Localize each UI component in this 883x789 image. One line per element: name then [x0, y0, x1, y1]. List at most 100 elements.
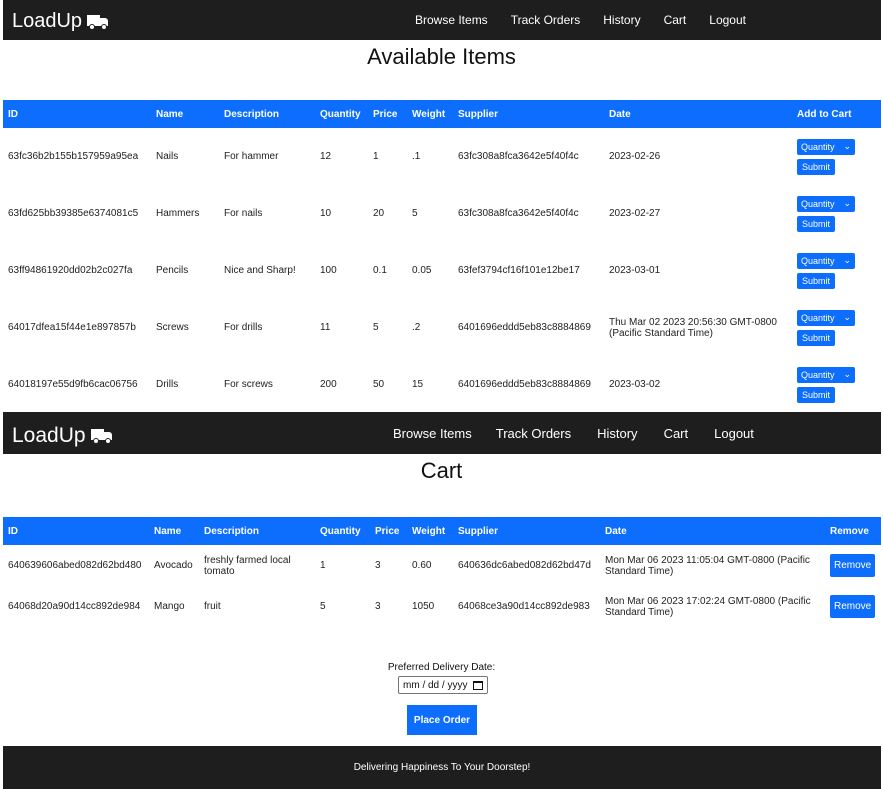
- brand-logo[interactable]: LoadUp: [12, 10, 109, 33]
- col-weight: Weight: [407, 517, 453, 545]
- truck-icon: [87, 14, 109, 30]
- cart-item-id: 640639606abed082d62bd480: [8, 560, 142, 571]
- add-to-cart-cell: Quantity ⌄ Submit: [792, 185, 881, 242]
- col-id: ID: [3, 517, 149, 545]
- item-date: Thu Mar 02 2023 20:56:30 GMT-0800 (Pacif…: [609, 316, 777, 339]
- submit-button[interactable]: Submit: [797, 215, 836, 232]
- quantity-select-label: Quantity: [801, 141, 835, 152]
- brand-name: LoadUp: [12, 10, 83, 32]
- submit-button[interactable]: Submit: [797, 386, 836, 403]
- submit-button[interactable]: Submit: [797, 158, 836, 175]
- col-quantity: Quantity: [315, 100, 368, 128]
- item-supplier: 6401696eddd5eb83c8884869: [458, 379, 591, 390]
- cart-table: ID Name Description Quantity Price Weigh…: [3, 517, 881, 627]
- quantity-select[interactable]: Quantity ⌄: [797, 309, 855, 326]
- item-description: For nails: [224, 208, 263, 219]
- table-row: 64017dfea15f44e1e897857b Screws For dril…: [3, 299, 881, 356]
- date-input-placeholder: mm / dd / yyyy: [403, 679, 468, 691]
- col-price: Price: [370, 517, 407, 545]
- item-weight: .1: [412, 151, 421, 162]
- item-date: 2023-03-02: [609, 379, 661, 390]
- item-description: For hammer: [224, 151, 279, 162]
- cart-navbar: LoadUp Browse Items Track Orders History…: [3, 412, 881, 454]
- item-id: 63fc36b2b155b157959a95ea: [8, 151, 139, 162]
- delivery-date-label: Preferred Delivery Date:: [387, 662, 496, 673]
- cart-item-quantity: 5: [320, 601, 326, 612]
- cart-item-weight: 0.60: [412, 560, 432, 571]
- nav-track-orders[interactable]: Track Orders: [496, 426, 571, 441]
- remove-cell: Remove: [825, 586, 881, 627]
- brand-logo[interactable]: LoadUp: [12, 424, 113, 448]
- item-price: 20: [373, 208, 385, 219]
- calendar-icon[interactable]: [473, 680, 483, 690]
- remove-button[interactable]: Remove: [830, 595, 876, 618]
- item-price: 5: [373, 322, 379, 333]
- delivery-date-input[interactable]: mm / dd / yyyy: [398, 676, 488, 694]
- quantity-select[interactable]: Quantity ⌄: [797, 195, 855, 212]
- item-date: 2023-03-01: [609, 265, 661, 276]
- add-to-cart-cell: Quantity ⌄ Submit: [792, 242, 881, 299]
- nav-logout[interactable]: Logout: [709, 13, 746, 27]
- cart-item-price: 3: [375, 601, 381, 612]
- item-weight: 5: [412, 208, 418, 219]
- nav-history[interactable]: History: [603, 13, 640, 27]
- add-to-cart-cell: Quantity ⌄ Submit: [792, 128, 881, 185]
- col-add-to-cart: Add to Cart: [792, 100, 881, 128]
- nav-cart[interactable]: Cart: [664, 13, 687, 27]
- submit-button[interactable]: Submit: [797, 329, 836, 346]
- nav-track-orders[interactable]: Track Orders: [511, 13, 581, 27]
- chevron-down-icon: ⌄: [843, 369, 851, 379]
- item-quantity: 11: [320, 322, 331, 333]
- col-name: Name: [151, 100, 219, 128]
- item-name: Hammers: [156, 208, 200, 219]
- col-name: Name: [149, 517, 199, 545]
- nav-cart[interactable]: Cart: [664, 426, 689, 441]
- item-name: Nails: [156, 151, 179, 162]
- item-supplier: 6401696eddd5eb83c8884869: [458, 322, 591, 333]
- item-name: Drills: [156, 379, 179, 390]
- quantity-select-label: Quantity: [801, 255, 835, 266]
- quantity-select[interactable]: Quantity ⌄: [797, 252, 855, 269]
- chevron-down-icon: ⌄: [843, 198, 851, 208]
- item-weight: 15: [412, 379, 424, 390]
- item-description: For drills: [224, 322, 263, 333]
- item-quantity: 200: [320, 379, 337, 390]
- remove-button[interactable]: Remove: [830, 554, 876, 577]
- nav-browse-items[interactable]: Browse Items: [415, 13, 488, 27]
- add-to-cart-cell: Quantity ⌄ Submit: [792, 356, 881, 413]
- items-header-row: ID Name Description Quantity Price Weigh…: [3, 100, 881, 128]
- col-remove: Remove: [825, 517, 881, 545]
- nav-logout[interactable]: Logout: [714, 426, 754, 441]
- cart-item-description: freshly farmed local tomato: [204, 554, 291, 577]
- footer-tagline: Delivering Happiness To Your Doorstep!: [353, 762, 531, 773]
- table-row: 63fd625bb39385e6374081c5 Hammers For nai…: [3, 185, 881, 242]
- brand-name: LoadUp: [12, 424, 86, 447]
- item-supplier: 63fc308a8fca3642e5f40f4c: [458, 151, 579, 162]
- nav-history[interactable]: History: [597, 426, 637, 441]
- chevron-down-icon: ⌄: [843, 255, 851, 265]
- cart-item-date: Mon Mar 06 2023 11:05:04 GMT-0800 (Pacif…: [605, 554, 810, 577]
- col-supplier: Supplier: [453, 517, 600, 545]
- nav-browse-items[interactable]: Browse Items: [393, 426, 472, 441]
- submit-button[interactable]: Submit: [797, 272, 836, 289]
- cart-item-date: Mon Mar 06 2023 17:02:24 GMT-0800 (Pacif…: [605, 595, 811, 618]
- table-row: 63fc36b2b155b157959a95ea Nails For hamme…: [3, 128, 881, 185]
- add-to-cart-cell: Quantity ⌄ Submit: [792, 299, 881, 356]
- cart-item-description: fruit: [204, 601, 221, 612]
- top-navbar: LoadUp Browse Items Track Orders History…: [3, 0, 881, 40]
- quantity-select-label: Quantity: [801, 312, 835, 323]
- item-date: 2023-02-26: [609, 151, 661, 162]
- cart-item-supplier: 64068ce3a90d14cc892de983: [458, 601, 590, 612]
- quantity-select[interactable]: Quantity ⌄: [797, 138, 855, 155]
- item-name: Screws: [156, 322, 189, 333]
- col-supplier: Supplier: [453, 100, 604, 128]
- place-order-button[interactable]: Place Order: [407, 705, 477, 735]
- item-id: 63fd625bb39385e6374081c5: [8, 208, 139, 219]
- cart-header-row: ID Name Description Quantity Price Weigh…: [3, 517, 881, 545]
- quantity-select[interactable]: Quantity ⌄: [797, 366, 855, 383]
- col-date: Date: [600, 517, 825, 545]
- col-date: Date: [604, 100, 792, 128]
- col-description: Description: [199, 517, 315, 545]
- item-id: 64018197e55d9fb6cac06756: [8, 379, 138, 390]
- item-quantity: 12: [320, 151, 332, 162]
